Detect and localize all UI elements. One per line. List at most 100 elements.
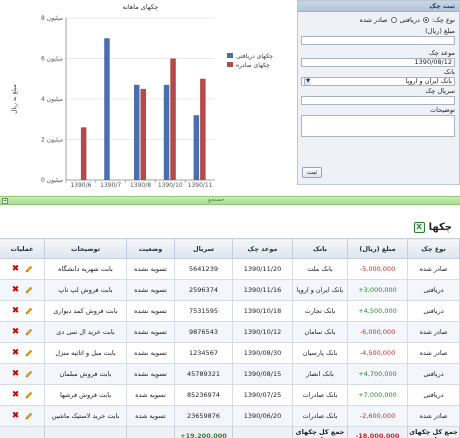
edit-icon[interactable] [25, 412, 33, 420]
delete-icon[interactable]: ✖ [12, 391, 20, 400]
legend-swatch-received [227, 53, 233, 58]
legend-label: چکهای دریافتی [236, 53, 273, 60]
add-check-form: ثبت چک نوع چک: دریافتی صادر شده مبلغ (ری… [297, 0, 460, 185]
radio-received[interactable] [422, 17, 429, 23]
table-row: دریافتی +7,000,000 بانک صادرات 1390/07/25 85… [0, 384, 460, 406]
cell-serial: 85236974 [174, 384, 233, 406]
cell-serial: 2596374 [174, 279, 233, 301]
column-header: موعد چک [232, 238, 293, 259]
cell-status: تسویه شده [126, 384, 175, 406]
chevron-down-icon[interactable]: ▼ [304, 78, 311, 85]
radio-issued-label: صادر شده [359, 16, 388, 24]
cell-type: دریافتی [407, 279, 460, 301]
checks-table: نوع چک مبلغ (ریال) بانک موعد چک سریال وضعیت تو… [0, 238, 460, 438]
cell-bank: بانک تجارت [292, 300, 348, 322]
issued-total-value: -18,000,000 [347, 426, 408, 438]
cell-amount: +4,500,000 [347, 300, 408, 322]
excel-icon[interactable]: X [413, 222, 425, 233]
cell-serial: 5641239 [174, 258, 233, 280]
cell-date: 1390/08/15 [232, 363, 293, 385]
y-axis-label: مبلغ به ریال [11, 84, 18, 114]
table-row: صادر شده -6,000,000 بانک سامان 1390/10/12 98… [0, 321, 460, 343]
cell-type: صادر شده [407, 405, 460, 427]
submit-button[interactable]: ثبت [302, 167, 322, 178]
search-panel-bar[interactable]: + جستجو [0, 196, 460, 205]
edit-icon[interactable] [25, 370, 33, 378]
date-label: موعد چک [428, 49, 455, 57]
edit-icon[interactable] [25, 286, 33, 294]
form-title: ثبت چک [298, 1, 459, 12]
delete-icon[interactable]: ✖ [12, 286, 20, 295]
bar-issued [140, 88, 146, 180]
cell-amount: -5,000,000 [347, 258, 408, 280]
cell-date: 1390/06/20 [232, 405, 293, 427]
delete-icon[interactable]: ✖ [12, 265, 20, 274]
table-row: دریافتی +4,500,000 بانک تجارت 1390/10/18 753… [0, 300, 460, 322]
checks-heading: چکها X [413, 222, 452, 233]
cell-description: بابت فروش لپ تاپ [44, 279, 127, 301]
cell-amount: -6,000,000 [347, 321, 408, 343]
column-header: سریال [174, 238, 233, 259]
edit-icon[interactable] [25, 307, 33, 315]
cell-actions: ✖ [0, 363, 45, 385]
edit-icon[interactable] [25, 265, 33, 273]
cell-type: دریافتی [407, 384, 460, 406]
table-row: صادر شده -4,500,000 بانک پارسیان 1390/08/30… [0, 342, 460, 364]
cell-type: صادر شده [407, 321, 460, 343]
cell-date: 1390/07/25 [232, 384, 293, 406]
radio-issued[interactable] [390, 17, 397, 23]
check-type-label: نوع چک: [431, 16, 455, 24]
footer-empty [0, 426, 45, 438]
y-tick-label: 6 میلیون [41, 56, 63, 63]
cell-bank: بانک سامان [292, 321, 348, 343]
x-tick-label: 1390/6 [70, 182, 91, 189]
cell-description: بابت فروش مبلمان [44, 363, 127, 385]
amount-input[interactable] [301, 36, 455, 45]
date-input[interactable]: 1390/08/12 [301, 58, 455, 67]
bar-received [134, 84, 140, 180]
cell-description: بابت شهریه دانشگاه [44, 258, 127, 280]
received-total-value: +19,200,000 [174, 426, 233, 438]
cell-serial: 9876543 [174, 321, 233, 343]
bar-issued [200, 78, 206, 180]
monthly-checks-chart: چکهای ماهانه 0 میلیون 2 میلیون 4 میلیون 6 می… [0, 0, 290, 190]
cell-actions: ✖ [0, 321, 45, 343]
cell-actions: ✖ [0, 342, 45, 364]
cell-amount: +7,000,000 [347, 384, 408, 406]
y-tick-label: 8 میلیون [41, 15, 63, 22]
chart-title: چکهای ماهانه [123, 3, 159, 11]
cell-bank: بانک انصار [292, 363, 348, 385]
cell-type: دریافتی [407, 300, 460, 322]
delete-icon[interactable]: ✖ [12, 370, 20, 379]
cell-amount: -2,600,000 [347, 405, 408, 427]
y-tick-label: 4 میلیون [41, 96, 63, 103]
edit-icon[interactable] [25, 391, 33, 399]
cell-description: بابت مبل و اثاثیه منزل [44, 342, 127, 364]
column-header: وضعیت [126, 238, 175, 259]
delete-icon[interactable]: ✖ [12, 328, 20, 337]
x-tick-label: 1390/7 [100, 182, 121, 189]
serial-input[interactable] [301, 96, 455, 105]
description-textarea[interactable] [301, 115, 455, 137]
expand-icon[interactable]: + [2, 198, 8, 204]
legend-label: چکهای صادره [236, 62, 270, 69]
delete-icon[interactable]: ✖ [12, 307, 20, 316]
bar-issued [170, 58, 176, 180]
cell-serial: 23659876 [174, 405, 233, 427]
delete-icon[interactable]: ✖ [12, 349, 20, 358]
footer-empty [126, 426, 175, 438]
cell-serial: 1234567 [174, 342, 233, 364]
edit-icon[interactable] [25, 328, 33, 336]
bank-select[interactable]: بانک ایران و اروپا ▼ [301, 77, 455, 86]
x-tick-label: 1390/8 [130, 182, 151, 189]
y-tick-label: 0 میلیون [41, 177, 63, 184]
table-row: دریافتی +3,000,000 بانک ایران و اروپا 1390/… [0, 279, 460, 301]
cell-date: 1390/10/12 [232, 321, 293, 343]
delete-icon[interactable]: ✖ [12, 412, 20, 421]
table-row: صادر شده -5,000,000 بانک ملت 1390/11/20 5641… [0, 258, 460, 280]
cell-bank: بانک صادرات [292, 384, 348, 406]
cell-status: تسویه نشده [126, 258, 175, 280]
edit-icon[interactable] [25, 349, 33, 357]
cell-actions: ✖ [0, 405, 45, 427]
checks-title: چکها [428, 222, 452, 233]
